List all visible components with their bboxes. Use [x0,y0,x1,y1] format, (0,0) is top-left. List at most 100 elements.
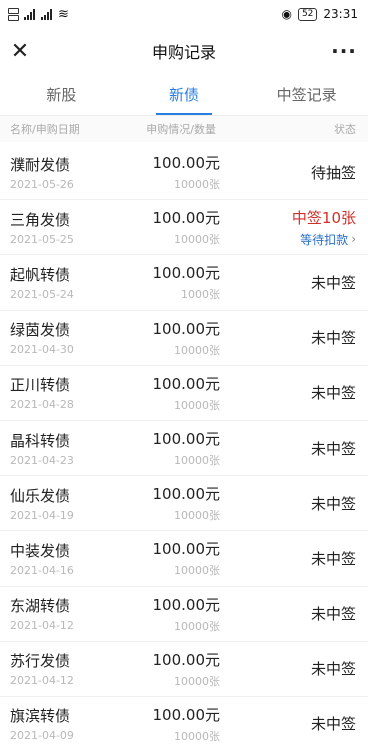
record-list: 濮耐发债 2021-05-26 100.00元 10000张 待抽签 三角发债 2021-0… [0,142,368,750]
subscribe-date: 2021-04-28 [10,398,74,412]
status-text: 未中签 [310,329,356,348]
subscribe-amount: 100.00元 [152,595,221,614]
row-name-date: 起帆转债 2021-05-24 [10,264,140,301]
subscribe-quantity: 10000张 [174,233,220,247]
table-row[interactable]: 仙乐发债 2021-04-19 100.00元 10000张 未中签 [0,476,368,532]
status-right: ◉ 52 23:31 [281,7,358,21]
subscribe-amount: 100.00元 [152,485,221,504]
row-name-date: 东湖转债 2021-04-12 [10,595,140,632]
bond-name: 仙乐发债 [10,486,71,505]
table-row[interactable]: 旗滨转债 2021-04-09 100.00元 10000张 未中签 [0,697,368,750]
table-row[interactable]: 三角发债 2021-05-25 100.00元 10000张 中签10张 等待扣款 › [0,200,368,256]
column-amount-qty: 申购情况/数量 [146,123,216,136]
table-row[interactable]: 绿茵发债 2021-04-30 100.00元 10000张 未中签 [0,311,368,366]
row-name-date: 旗滨转债 2021-04-09 [10,705,140,742]
nav-bar: ✕ 申购记录 ··· [0,28,368,74]
subscribe-date: 2021-04-16 [10,563,74,577]
close-icon[interactable]: ✕ [6,37,34,65]
status-left: ≋ [8,6,69,22]
table-row[interactable]: 东湖转债 2021-04-12 100.00元 10000张 未中签 [0,587,368,642]
bond-name: 东湖转债 [10,597,71,616]
bond-name: 正川转债 [10,376,71,395]
column-status: 状态 [334,123,356,136]
subscribe-amount: 100.00元 [152,319,221,338]
row-status: 未中签 [220,548,356,569]
bond-name: 绿茵发债 [10,321,71,340]
clock: 23:31 [323,7,358,21]
subscribe-quantity: 10000张 [174,509,220,523]
status-text: 未中签 [310,660,356,679]
subscribe-quantity: 1000张 [181,288,220,302]
row-status: 待抽签 [220,162,356,183]
subscribe-quantity: 10000张 [174,343,220,357]
bond-name: 旗滨转债 [10,707,71,726]
status-text: 未中签 [310,439,356,458]
subscribe-date: 2021-04-09 [10,729,74,743]
subscribe-quantity: 10000张 [174,619,220,633]
row-status: 未中签 [220,713,356,734]
signal-icon [41,8,52,20]
row-name-date: 绿茵发债 2021-04-30 [10,319,140,356]
row-status: 未中签 [220,493,356,514]
status-text: 未中签 [310,715,356,734]
subscribe-quantity: 10000张 [174,564,220,578]
bond-name: 苏行发债 [10,652,71,671]
row-status: 未中签 [220,272,356,293]
tab-winning-records[interactable]: 中签记录 [245,74,368,115]
bond-name: 濮耐发债 [10,155,71,174]
tab-bar: 新股 新债 中签记录 [0,74,368,116]
tab-new-stocks[interactable]: 新股 [0,74,123,115]
page-title: 申购记录 [151,43,216,62]
subscribe-quantity: 10000张 [174,398,220,412]
wifi-icon: ≋ [58,6,69,22]
subscribe-date: 2021-05-25 [10,232,74,246]
table-row[interactable]: 晶科转债 2021-04-23 100.00元 10000张 未中签 [0,421,368,477]
table-row[interactable]: 苏行发债 2021-04-12 100.00元 10000张 未中签 [0,642,368,697]
row-name-date: 晶科转债 2021-04-23 [10,430,140,467]
subscribe-quantity: 10000张 [174,729,220,743]
subscribe-amount: 100.00元 [152,374,221,393]
subscribe-date: 2021-04-19 [10,508,74,522]
status-text: 待抽签 [310,163,356,182]
tab-new-bonds[interactable]: 新债 [123,74,246,115]
subscribe-amount: 100.00元 [152,705,221,724]
column-header: 名称/申购日期 申购情况/数量 状态 [0,116,368,142]
row-amount-qty: 100.00元 1000张 [140,262,221,302]
subscribe-amount: 100.00元 [152,540,221,559]
row-amount-qty: 100.00元 10000张 [140,704,221,744]
bond-name: 晶科转债 [10,431,71,450]
status-text: 未中签 [310,273,356,292]
row-name-date: 正川转债 2021-04-28 [10,374,140,411]
chevron-right-icon: › [351,232,356,247]
row-status: 中签10张 等待扣款 › [220,207,356,248]
row-status: 未中签 [220,438,356,459]
payment-link[interactable]: 等待扣款 › [300,231,356,248]
eye-icon: ◉ [281,7,292,21]
table-row[interactable]: 起帆转债 2021-05-24 100.00元 1000张 未中签 [0,255,368,311]
row-amount-qty: 100.00元 10000张 [140,649,221,689]
subscribe-date: 2021-04-12 [10,674,74,688]
bond-name: 三角发债 [10,210,71,229]
status-text: 未中签 [310,549,356,568]
table-row[interactable]: 正川转债 2021-04-28 100.00元 10000张 未中签 [0,366,368,421]
subscribe-date: 2021-05-26 [10,177,74,191]
subscribe-date: 2021-04-30 [10,343,74,357]
bond-name: 中装发债 [10,541,71,560]
table-row[interactable]: 中装发债 2021-04-16 100.00元 10000张 未中签 [0,531,368,587]
status-text: 未中签 [310,384,356,403]
row-amount-qty: 100.00元 10000张 [140,373,221,413]
row-name-date: 仙乐发债 2021-04-19 [10,485,140,522]
row-amount-qty: 100.00元 10000张 [140,318,221,358]
row-status: 未中签 [220,603,356,624]
more-icon[interactable]: ··· [330,37,358,65]
row-amount-qty: 100.00元 10000张 [140,594,221,634]
row-name-date: 苏行发债 2021-04-12 [10,650,140,687]
row-status: 未中签 [220,658,356,679]
row-status: 未中签 [220,382,356,403]
subscribe-date: 2021-04-23 [10,453,74,467]
row-amount-qty: 100.00元 10000张 [140,428,221,468]
table-row[interactable]: 濮耐发债 2021-05-26 100.00元 10000张 待抽签 [0,145,368,201]
row-amount-qty: 100.00元 10000张 [140,152,221,192]
subscribe-amount: 100.00元 [152,209,221,228]
row-amount-qty: 100.00元 10000张 [140,538,221,578]
